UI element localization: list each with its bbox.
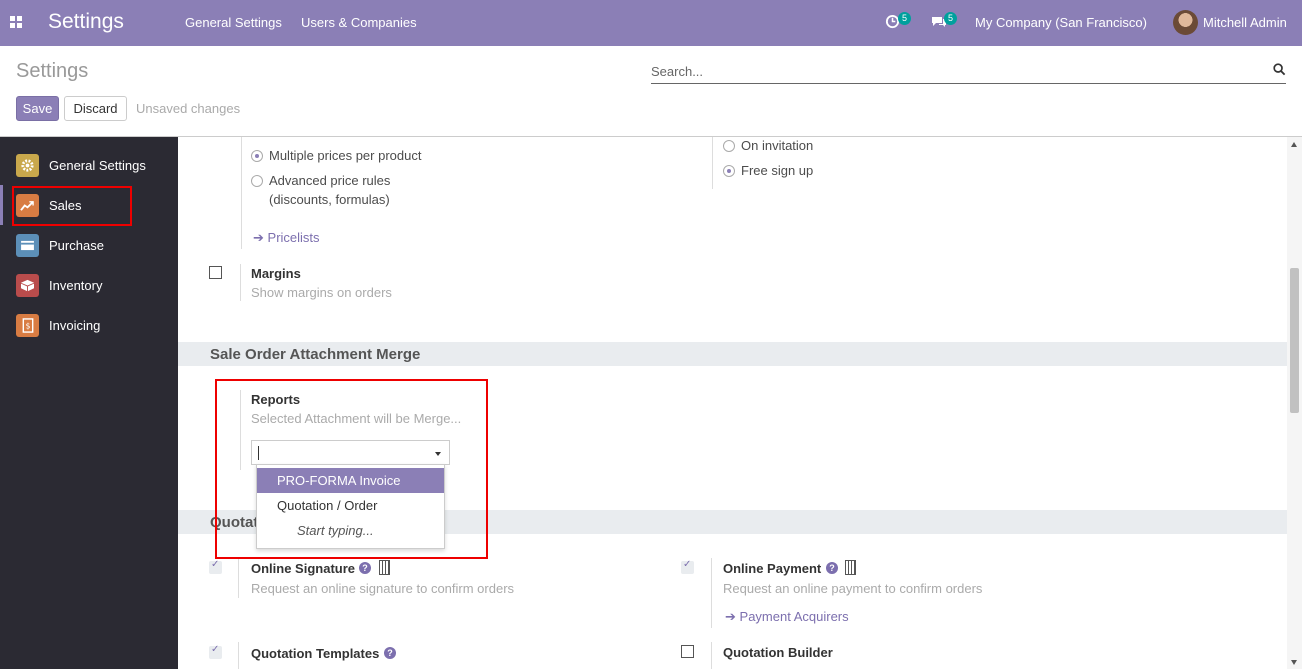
top-navbar: Settings General Settings Users & Compan… <box>0 0 1302 46</box>
box-icon <box>16 274 39 297</box>
online-payment-checkbox[interactable] <box>681 559 694 574</box>
scroll-thumb[interactable] <box>1290 268 1299 413</box>
divider <box>711 558 712 628</box>
scroll-down-arrow-icon[interactable] <box>1291 660 1297 665</box>
divider <box>711 642 712 669</box>
section-header-attachment-merge: Sale Order Attachment Merge <box>178 342 1287 366</box>
quotation-builder-title: Quotation Builder <box>723 645 833 660</box>
sidebar-item-invoicing[interactable]: $ Invoicing <box>0 305 178 345</box>
radio-advanced-rules[interactable] <box>251 175 263 187</box>
online-signature-title: Online Signature <box>251 561 356 576</box>
user-avatar[interactable] <box>1173 10 1198 35</box>
app-title: Settings <box>48 10 124 33</box>
help-icon[interactable]: ? <box>826 562 838 574</box>
margins-checkbox[interactable] <box>209 266 222 279</box>
menu-users-companies[interactable]: Users & Companies <box>301 15 417 30</box>
sidebar-item-label: Inventory <box>49 278 103 293</box>
sidebar-item-purchase[interactable]: Purchase <box>0 225 178 265</box>
quotation-templates-checkbox[interactable] <box>209 644 222 659</box>
online-signature-checkbox[interactable] <box>209 559 222 574</box>
apps-menu-icon[interactable] <box>10 16 22 28</box>
sidebar-item-label: Invoicing <box>49 318 101 333</box>
radio-multiple-prices[interactable] <box>251 150 263 162</box>
sidebar-item-general-settings[interactable]: General Settings <box>0 145 178 185</box>
margins-title: Margins <box>251 266 301 281</box>
page-title: Settings <box>16 60 89 82</box>
divider <box>238 642 239 669</box>
option-advanced-rules-sublabel: (discounts, formulas) <box>269 192 390 207</box>
arrow-right-icon: ➔ <box>253 230 264 245</box>
invoice-icon: $ <box>16 314 39 337</box>
help-icon[interactable]: ? <box>384 647 396 659</box>
divider <box>241 137 242 249</box>
highlight-box-sales <box>12 186 132 226</box>
arrow-right-icon: ➔ <box>725 609 736 624</box>
sidebar-item-label: General Settings <box>49 158 146 173</box>
control-panel: Settings Save Discard Unsaved changes <box>0 46 1302 137</box>
pricelists-link[interactable]: ➔ Pricelists <box>253 230 320 246</box>
radio-on-invitation[interactable] <box>723 140 735 152</box>
search-input[interactable] <box>651 60 1286 84</box>
sidebar-item-inventory[interactable]: Inventory <box>0 265 178 305</box>
payment-acquirers-link-label: Payment Acquirers <box>739 609 849 624</box>
scroll-up-arrow-icon[interactable] <box>1291 142 1297 147</box>
pricelists-link-label: Pricelists <box>267 230 320 245</box>
messages-count-badge: 5 <box>944 12 958 25</box>
company-building-icon <box>845 560 856 575</box>
online-payment-description: Request an online payment to confirm ord… <box>723 581 983 596</box>
online-payment-title: Online Payment <box>723 561 822 576</box>
svg-text:$: $ <box>25 321 30 330</box>
help-icon[interactable]: ? <box>359 562 371 574</box>
radio-free-signup[interactable] <box>723 165 735 177</box>
credit-card-icon <box>16 234 39 257</box>
quotation-builder-checkbox[interactable] <box>681 645 694 658</box>
sidebar-item-label: Purchase <box>49 238 104 253</box>
online-signature-description: Request an online signature to confirm o… <box>251 581 515 596</box>
user-menu[interactable]: Mitchell Admin <box>1203 15 1287 30</box>
divider <box>238 558 239 598</box>
company-switcher[interactable]: My Company (San Francisco) <box>975 15 1147 30</box>
company-building-icon <box>379 560 390 575</box>
discard-button[interactable]: Discard <box>64 96 127 121</box>
margins-description: Show margins on orders <box>251 285 392 300</box>
divider <box>240 264 241 301</box>
gear-icon <box>16 154 39 177</box>
content-scrollbar[interactable] <box>1287 137 1302 669</box>
unsaved-changes-label: Unsaved changes <box>136 101 241 116</box>
highlight-box-reports <box>215 379 488 559</box>
activity-count-badge: 5 <box>898 12 912 25</box>
divider <box>712 137 713 189</box>
option-multiple-prices-label: Multiple prices per product <box>269 148 422 163</box>
save-button[interactable]: Save <box>16 96 59 121</box>
section-title: Sale Order Attachment Merge <box>210 346 421 363</box>
option-free-signup-label: Free sign up <box>741 163 814 178</box>
quotation-templates-title: Quotation Templates <box>251 646 380 661</box>
search-icon[interactable] <box>1273 63 1286 76</box>
option-on-invitation-label: On invitation <box>741 138 814 153</box>
option-advanced-rules-label: Advanced price rules <box>269 173 391 188</box>
payment-acquirers-link[interactable]: ➔ Payment Acquirers <box>725 609 849 625</box>
menu-general-settings[interactable]: General Settings <box>185 15 282 30</box>
